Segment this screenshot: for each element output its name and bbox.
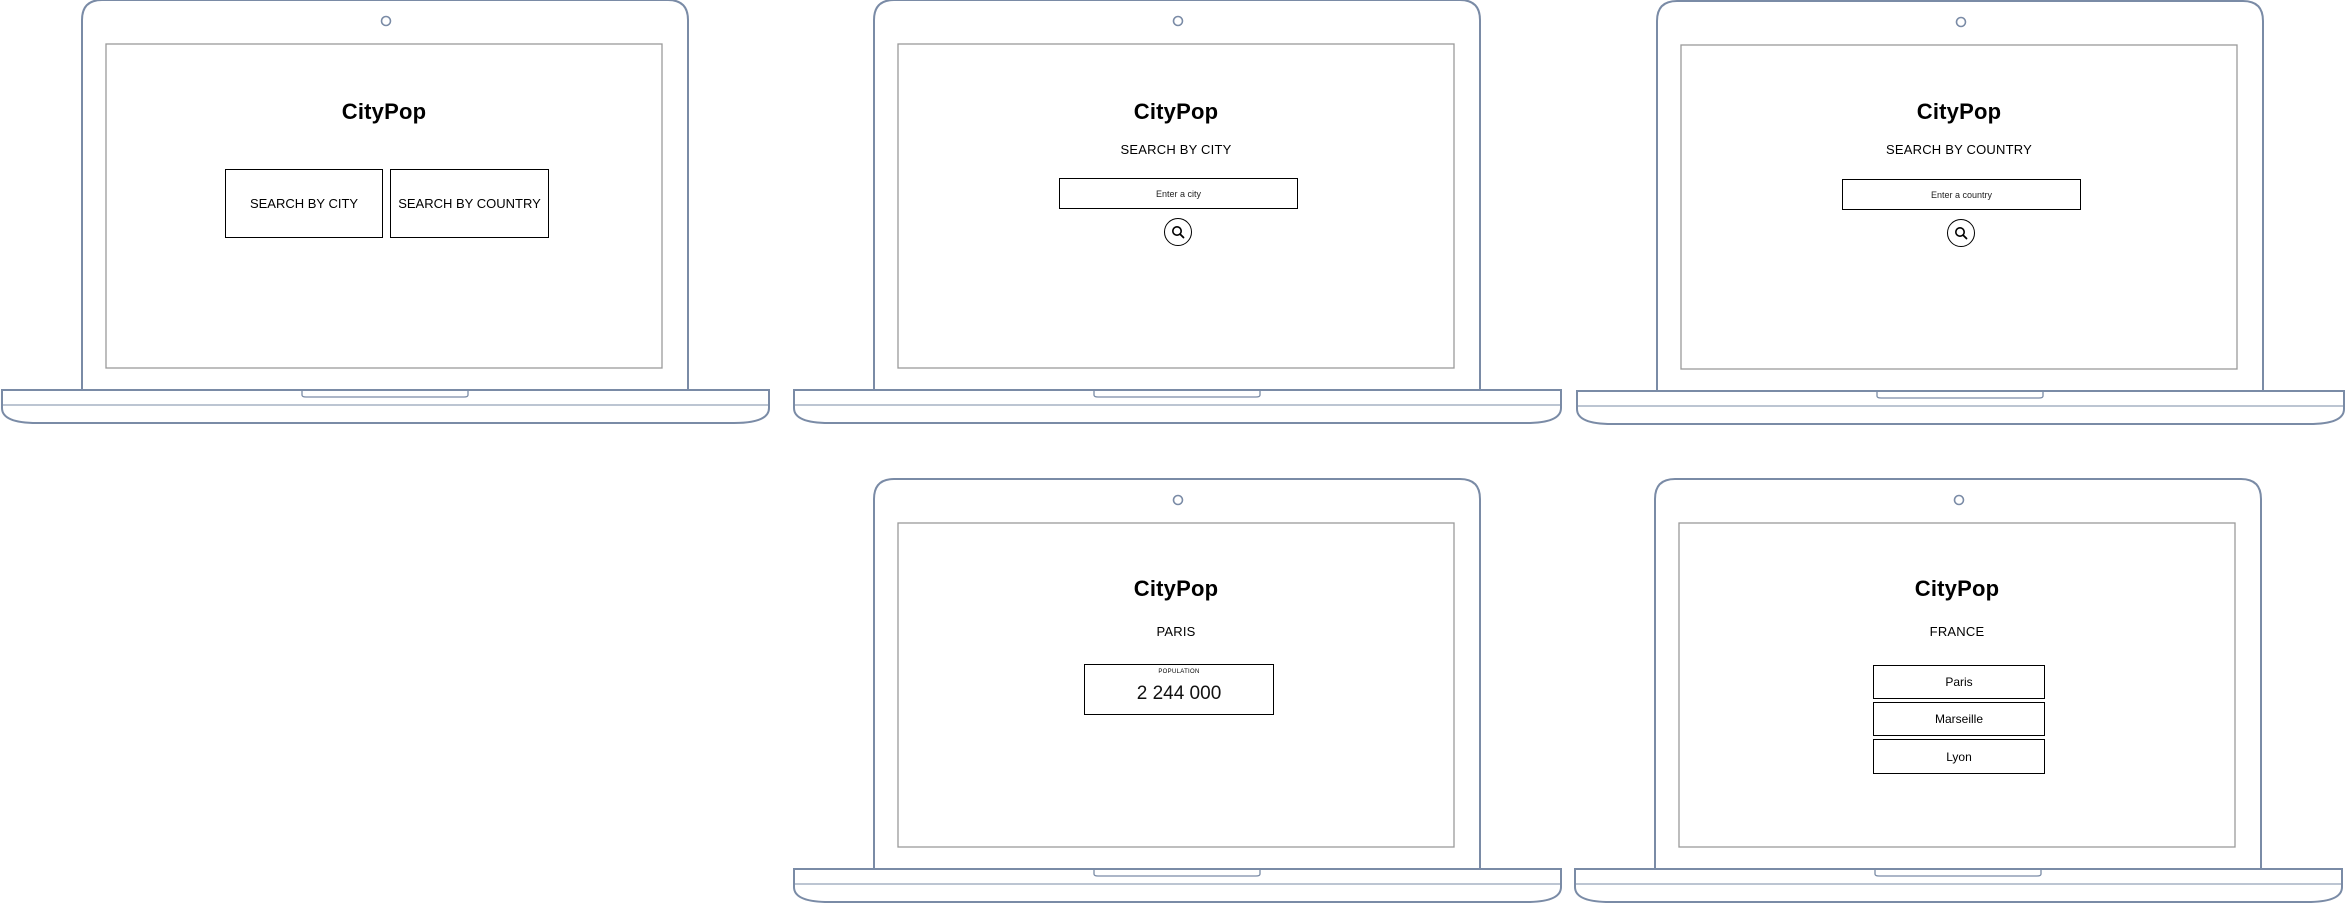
population-value: 2 244 000 bbox=[1136, 683, 1222, 704]
city-search-input[interactable] bbox=[1059, 178, 1298, 209]
page-heading: SEARCH BY COUNTRY bbox=[1886, 142, 2032, 157]
population-card: POPULATION 2 244 000 bbox=[1084, 664, 1274, 715]
city-list-item[interactable]: Paris bbox=[1873, 665, 2045, 699]
page-heading: SEARCH BY CITY bbox=[1120, 142, 1232, 157]
home-screen: CityPop SEARCH BY CITY SEARCH BY COUNTRY bbox=[106, 44, 662, 368]
country-search-screen: CityPop SEARCH BY COUNTRY bbox=[1681, 45, 2237, 369]
country-name: FRANCE bbox=[1929, 624, 1985, 639]
search-by-city-button[interactable]: SEARCH BY CITY bbox=[225, 169, 383, 238]
search-icon bbox=[1172, 226, 1185, 239]
city-list-item[interactable]: Marseille bbox=[1873, 702, 2045, 736]
population-label: POPULATION bbox=[1158, 669, 1200, 675]
app-title: CityPop bbox=[1133, 576, 1219, 601]
search-button[interactable] bbox=[1947, 219, 1975, 247]
country-search-input[interactable] bbox=[1842, 179, 2081, 210]
country-result-screen: CityPop FRANCE Paris Marseille Lyon bbox=[1679, 523, 2235, 847]
app-title: CityPop bbox=[1133, 99, 1219, 124]
search-button[interactable] bbox=[1164, 218, 1192, 246]
app-title: CityPop bbox=[1916, 99, 2002, 124]
app-title: CityPop bbox=[1914, 576, 2000, 601]
city-search-screen: CityPop SEARCH BY CITY bbox=[898, 44, 1454, 368]
city-list-item[interactable]: Lyon bbox=[1873, 739, 2045, 774]
city-result-screen: CityPop PARIS POPULATION 2 244 000 bbox=[898, 523, 1454, 847]
search-by-country-button[interactable]: SEARCH BY COUNTRY bbox=[390, 169, 549, 238]
city-name: PARIS bbox=[1156, 624, 1196, 639]
app-title: CityPop bbox=[341, 99, 427, 124]
search-icon bbox=[1955, 227, 1968, 240]
